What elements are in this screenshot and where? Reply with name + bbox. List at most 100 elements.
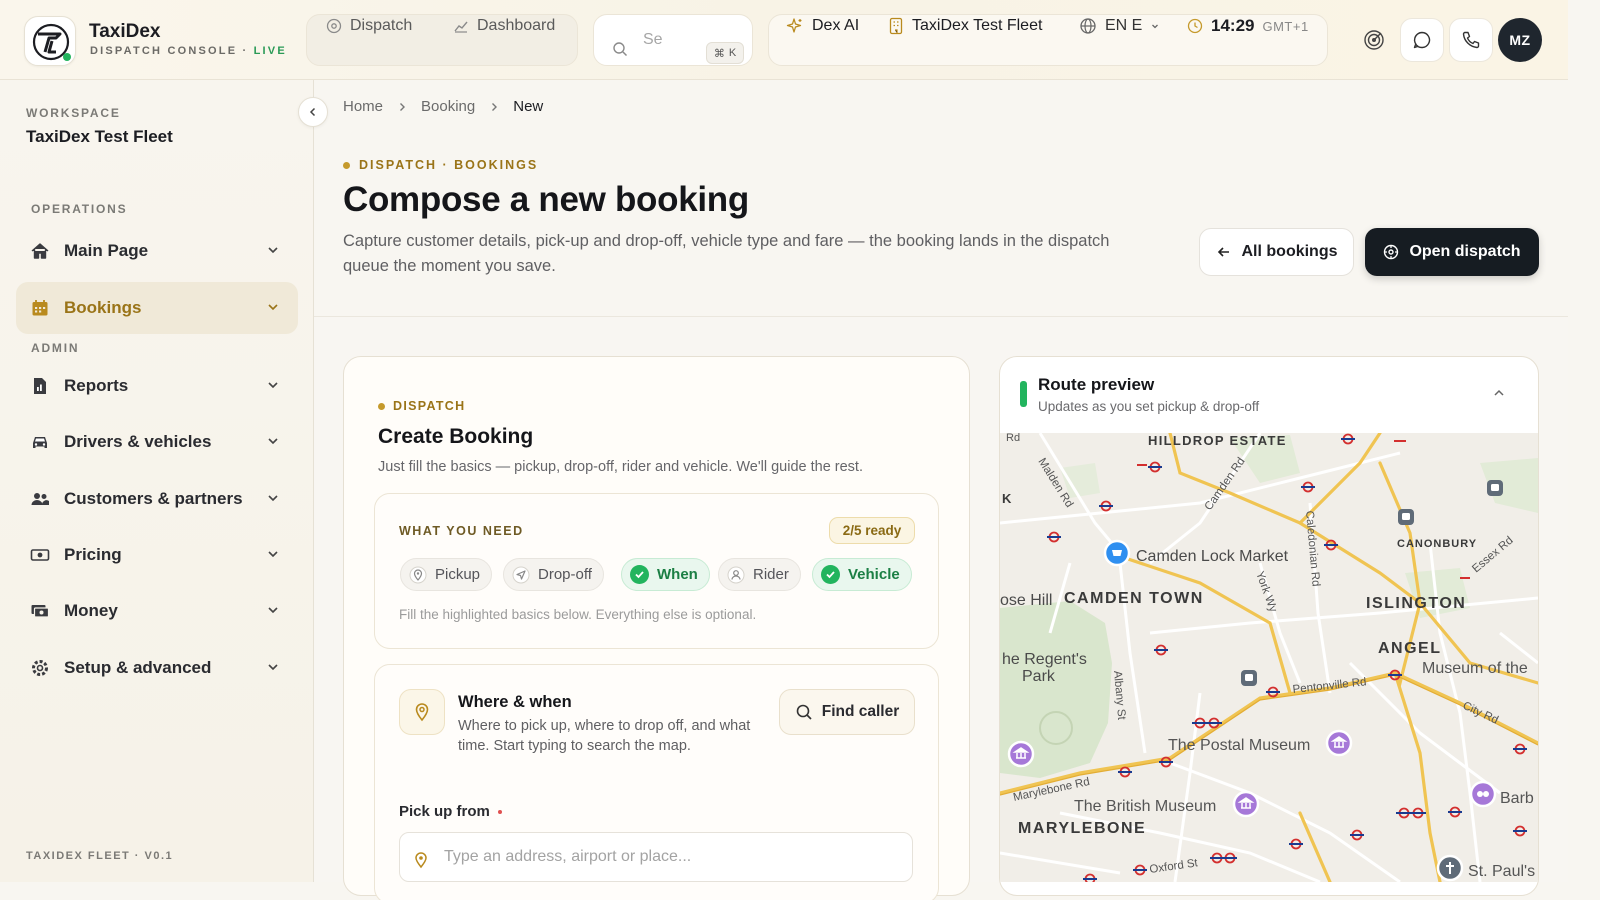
fleet-selector[interactable]: TaxiDex Test Fleet (888, 15, 1042, 37)
chevron-down-icon (268, 438, 278, 445)
dex-ai-button[interactable]: Dex AI (786, 15, 859, 37)
requirement-rider[interactable]: Rider (718, 558, 801, 591)
requirement-pickup[interactable]: Pickup (400, 558, 493, 591)
phone-icon (1462, 31, 1480, 49)
breadcrumb-current: New (513, 98, 544, 115)
museum-pin-icon (1232, 790, 1260, 818)
live-badge: LIVE (253, 45, 287, 57)
page-description: Capture customer details, pick-up and dr… (343, 232, 1110, 275)
globe-icon (1080, 18, 1096, 34)
sidebar-item-main-page[interactable]: Main Page (16, 225, 298, 277)
where-when-title: Where & when (458, 693, 572, 711)
admin-label: ADMIN (31, 341, 80, 355)
all-bookings-button[interactable]: All bookings (1199, 228, 1354, 276)
sidebar-item-customers-partners[interactable]: Customers & partners (16, 473, 298, 525)
chevron-down-icon (268, 551, 278, 558)
map-label-postal-museum: The Postal Museum (1168, 737, 1310, 754)
requirement-label: When (657, 566, 698, 583)
nav-dispatch-label: Dispatch (350, 17, 413, 34)
sidebar-item-label: Setup & advanced (64, 658, 212, 677)
requirement-when[interactable]: When (621, 558, 710, 591)
museum-pin-icon (1007, 740, 1035, 768)
requirement-vehicle[interactable]: Vehicle (812, 558, 912, 591)
church-pin-icon (1436, 854, 1464, 882)
user-avatar[interactable]: MZ (1498, 18, 1542, 62)
breadcrumb-booking[interactable]: Booking (421, 98, 475, 115)
radar-button[interactable] (1352, 18, 1396, 62)
chevron-down-icon (268, 304, 278, 311)
map-label-canonbury: CANONBURY (1397, 538, 1477, 550)
messages-button[interactable] (1400, 18, 1444, 62)
map-label-angel: ANGEL (1378, 640, 1442, 657)
theatre-pin-icon (1469, 780, 1497, 808)
breadcrumb-home[interactable]: Home (343, 98, 383, 115)
open-dispatch-label: Open dispatch (1409, 243, 1521, 260)
calendar-icon (32, 300, 48, 316)
phone-button[interactable] (1449, 18, 1493, 62)
pickup-field[interactable] (399, 832, 913, 882)
search-icon (796, 704, 812, 720)
building-icon (889, 17, 903, 35)
requirements-label: WHAT YOU NEED (399, 524, 524, 538)
home-icon (31, 243, 49, 259)
sidebar-item-pricing[interactable]: Pricing (16, 529, 298, 581)
sidebar-item-bookings[interactable]: Bookings (16, 282, 298, 334)
language-label: EN E (1105, 17, 1143, 34)
users-icon (31, 493, 49, 505)
requirement-dropoff[interactable]: Drop-off (503, 558, 604, 591)
chevron-down-icon (268, 495, 278, 502)
find-caller-button[interactable]: Find caller (779, 689, 915, 735)
pin-icon (409, 566, 427, 583)
route-map[interactable]: HILLDROP ESTATE Camden Lock Market CAMDE… (1000, 433, 1538, 882)
chevron-down-icon (268, 247, 278, 254)
card-title: Create Booking (378, 425, 534, 448)
map-canvas[interactable]: HILLDROP ESTATE Camden Lock Market CAMDE… (1000, 433, 1538, 882)
chevron-down-icon (268, 382, 278, 389)
route-preview-title: Route preview (1038, 375, 1155, 394)
sparkle-icon (786, 18, 802, 33)
sidebar-item-money[interactable]: Money (16, 585, 298, 637)
chevron-down-icon (268, 664, 278, 671)
clock-time: 14:29 (1211, 16, 1255, 35)
sidebar-item-label: Customers & partners (64, 489, 243, 508)
money-icon (30, 549, 50, 561)
sidebar-item-setup-advanced[interactable]: Setup & advanced (16, 642, 298, 694)
open-dispatch-button[interactable]: Open dispatch (1365, 228, 1539, 276)
shopping-pin-icon (1103, 539, 1131, 567)
dispatch-icon (1384, 244, 1399, 260)
nav-dashboard-button[interactable]: Dashboard (453, 13, 555, 39)
nav-dispatch-button[interactable]: Dispatch (326, 13, 412, 39)
brand-logo[interactable] (24, 16, 76, 66)
command-key-icon: ⌘ (713, 47, 725, 60)
card-kicker: DISPATCH (378, 399, 465, 413)
chat-icon (1413, 31, 1431, 49)
sidebar-item-drivers-vehicles[interactable]: Drivers & vehicles (16, 416, 298, 468)
car-icon (33, 437, 47, 448)
chevron-up-icon[interactable] (1492, 386, 1506, 400)
clock-timezone: GMT+1 (1262, 18, 1309, 34)
sidebar-item-reports[interactable]: Reports (16, 360, 298, 412)
ready-badge: 2/5 ready (829, 517, 915, 544)
pickup-input[interactable] (444, 848, 864, 866)
global-search[interactable]: Se ⌘ K (593, 14, 753, 66)
search-shortcut: ⌘ K (706, 42, 744, 64)
workspace-label: WORKSPACE (26, 106, 121, 120)
clock-display: 14:29 GMT+1 (1187, 15, 1309, 37)
page-title: Compose a new booking (343, 180, 749, 219)
language-selector[interactable]: EN E (1079, 15, 1160, 37)
required-indicator (497, 809, 502, 814)
map-label-k-fragment: K (1002, 491, 1012, 506)
sidebar-item-label: Pricing (64, 545, 122, 564)
pickup-label-text: Pick up from (399, 803, 490, 820)
sidebar-collapse-button[interactable] (298, 97, 328, 127)
map-pin-icon (415, 852, 427, 869)
chevron-right-icon (492, 102, 498, 111)
card-description: Just fill the basics — pickup, drop-off,… (378, 459, 863, 475)
chevron-right-icon (400, 102, 406, 111)
chevron-left-icon (309, 107, 316, 117)
logo-status-dot (63, 53, 71, 61)
app-version: TAXIDEX FLEET · V0.1 (26, 850, 174, 862)
kicker-dot (343, 161, 350, 169)
user-icon (727, 566, 745, 583)
clock-icon (1187, 18, 1203, 34)
